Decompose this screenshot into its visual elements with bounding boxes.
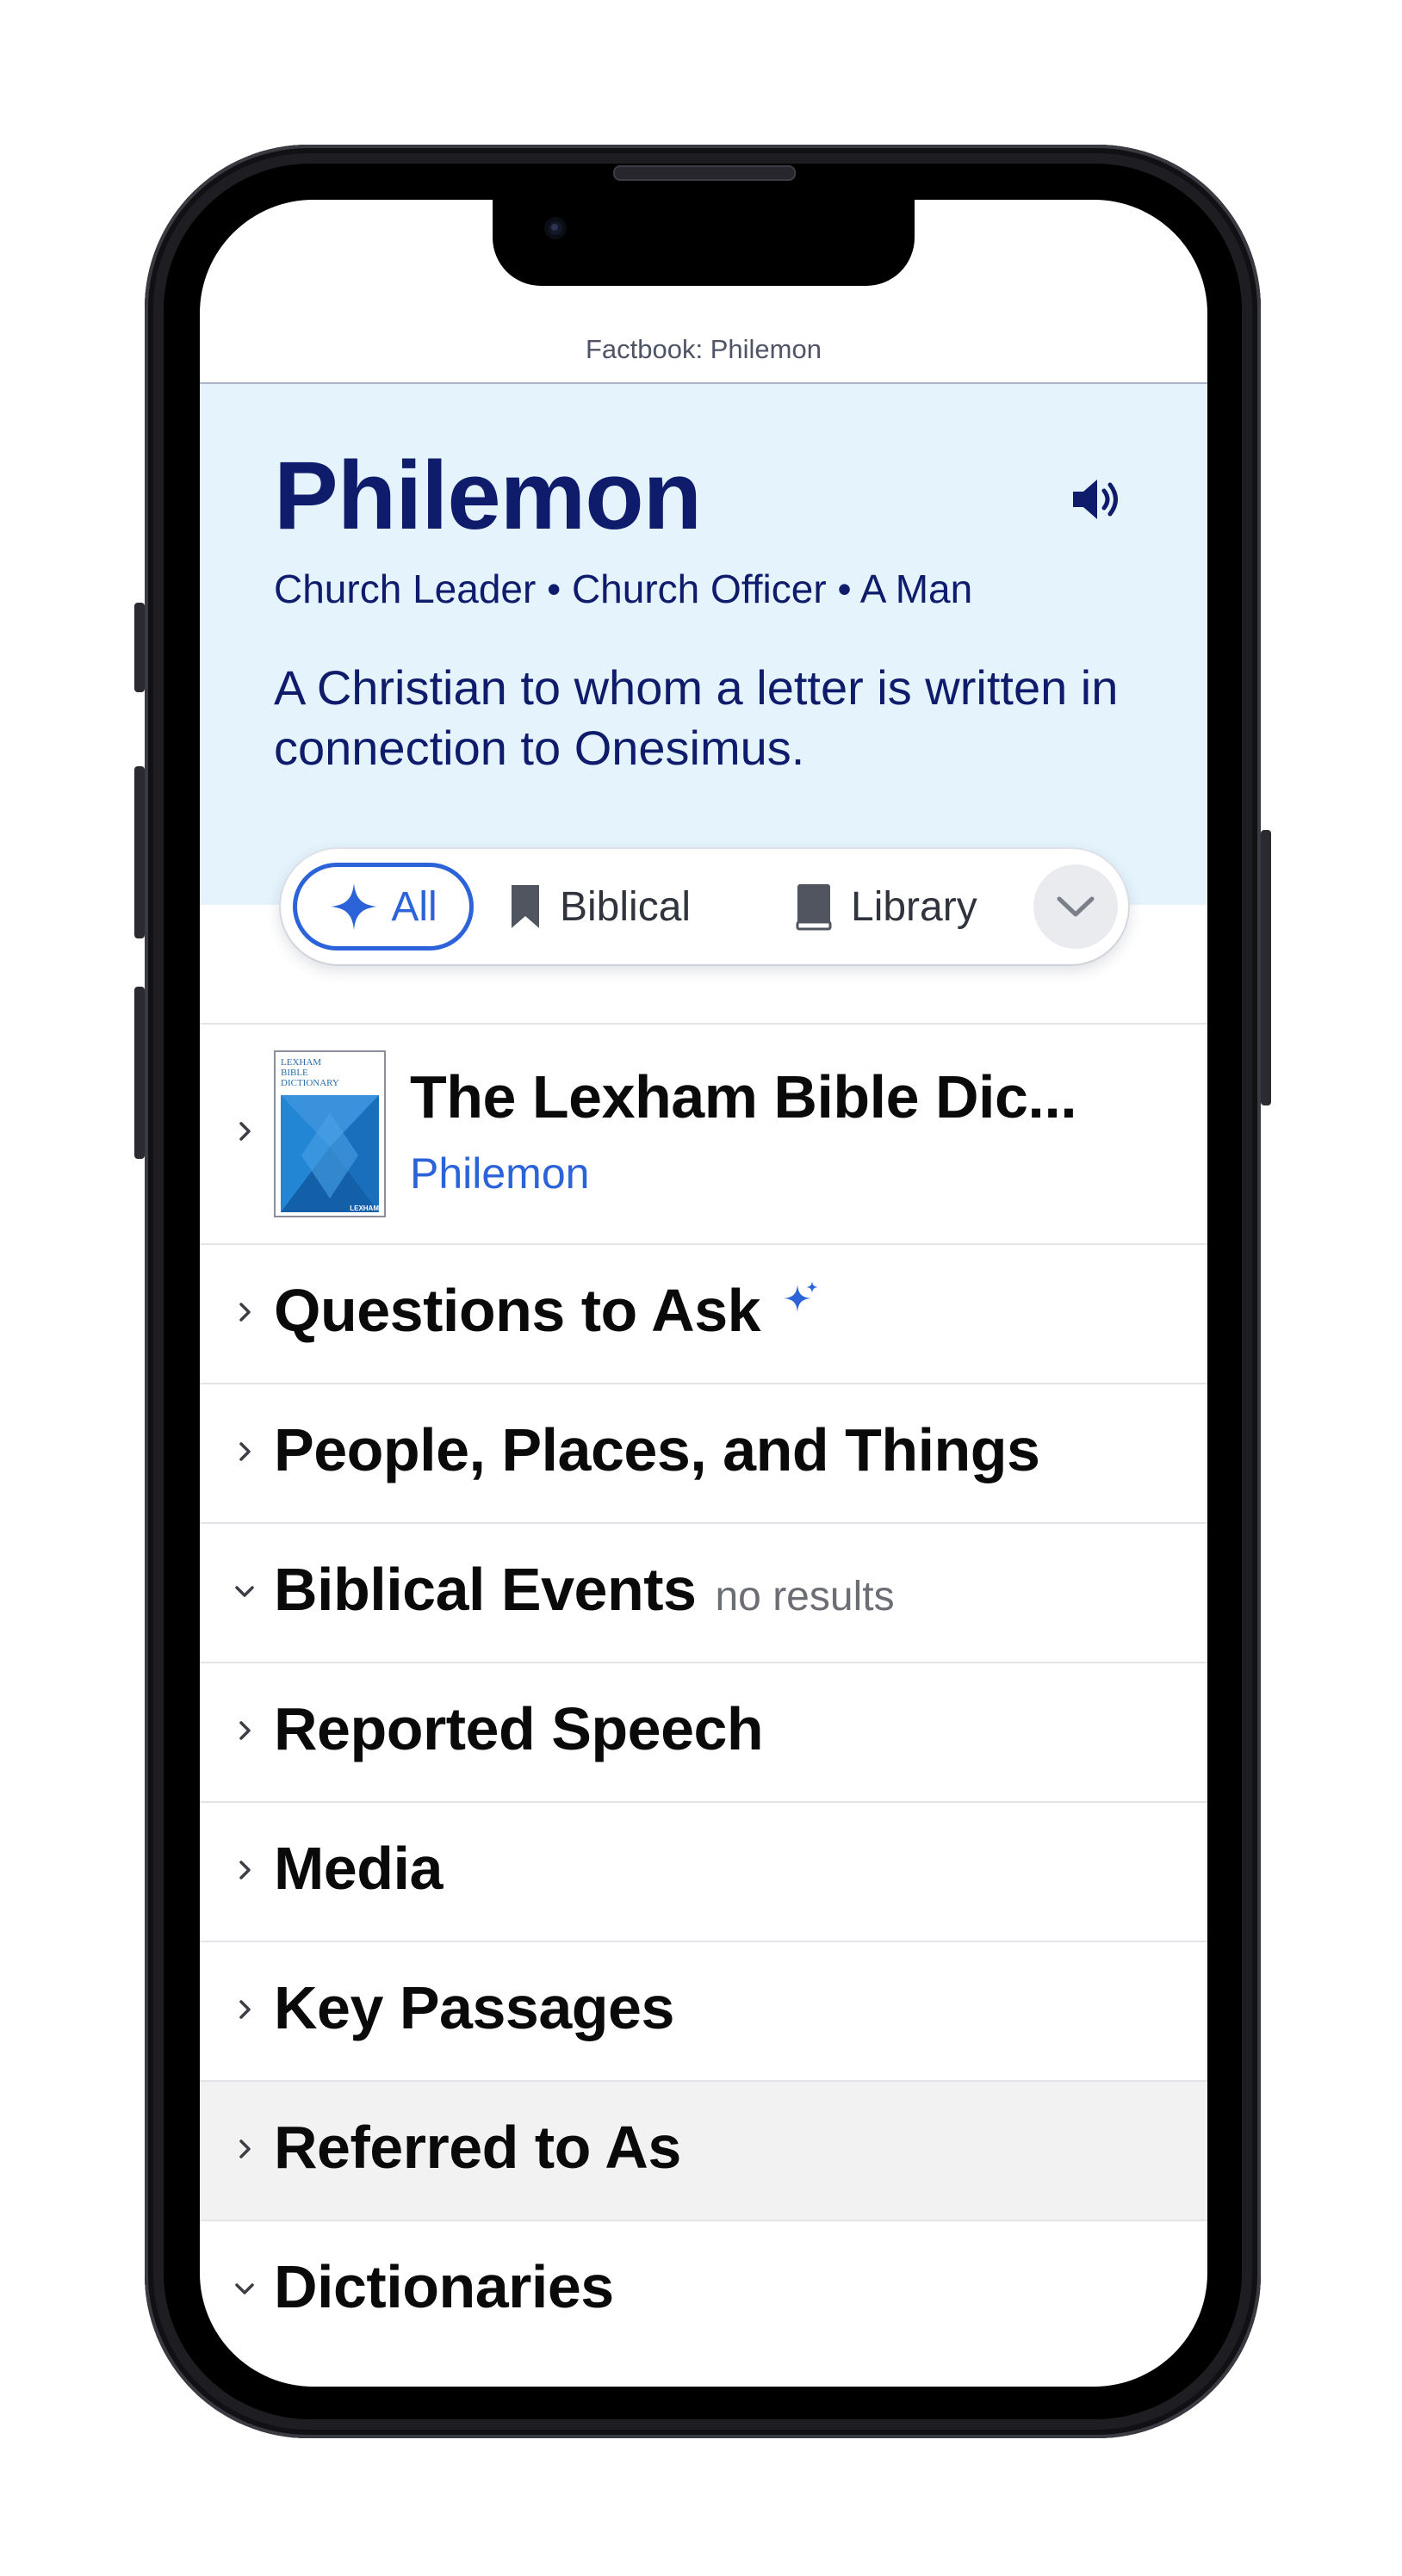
volume-up-button	[134, 766, 145, 938]
navigation-title: Factbook: Philemon	[586, 334, 822, 364]
earpiece-speaker	[613, 165, 796, 181]
section-label: Questions to Ask	[274, 1276, 820, 1345]
section-biblical-events[interactable]: Biblical Events no results	[200, 1522, 1207, 1662]
book-icon	[796, 884, 832, 931]
chevron-down-icon	[1057, 896, 1095, 917]
front-camera	[544, 217, 567, 239]
resource-title: The Lexham Bible Dic...	[410, 1063, 1077, 1130]
volume-down-button	[134, 987, 145, 1159]
filter-more-button[interactable]	[1033, 864, 1118, 949]
page-subtitle: Church Leader • Church Officer • A Man	[274, 567, 973, 611]
section-label: Reported Speech	[274, 1695, 764, 1762]
page-description: A Christian to whom a letter is written …	[274, 660, 1119, 775]
resource-subtitle[interactable]: Philemon	[410, 1149, 589, 1198]
no-results-note: no results	[715, 1574, 895, 1619]
chevron-right-icon	[239, 1721, 251, 1740]
filter-library-chip[interactable]: Library	[796, 863, 977, 951]
filter-biblical-chip[interactable]: Biblical	[510, 863, 691, 951]
filter-biblical-label: Biblical	[560, 883, 692, 930]
section-label: Referred to As	[274, 2114, 681, 2181]
section-label: People, Places, and Things	[274, 1416, 1040, 1483]
book-cover-title: LEXHAM BIBLE DICTIONARY	[281, 1057, 339, 1088]
filter-bar: All Biblical Library	[281, 849, 1128, 964]
chevron-right-icon	[239, 2139, 251, 2158]
power-button	[1261, 830, 1271, 1105]
section-dictionaries[interactable]: Dictionaries	[200, 2220, 1207, 2387]
filter-library-label: Library	[851, 883, 977, 930]
notch	[493, 200, 915, 286]
chevron-down-icon	[235, 1586, 254, 1597]
factbook-header: Philemon Church Leader • Church Officer …	[200, 384, 1207, 905]
sparkle-icon	[784, 1281, 819, 1312]
book-cover-brand: LEXHAM	[350, 1204, 379, 1212]
book-cover-image: LEXHAM BIBLE DICTIONARY LEXHAM	[274, 1050, 386, 1217]
mute-switch	[134, 603, 145, 692]
section-label: Media	[274, 1835, 443, 1902]
speaker-icon[interactable]	[1071, 477, 1123, 522]
section-media[interactable]: Media	[200, 1801, 1207, 1941]
page-title: Philemon	[274, 442, 702, 549]
section-questions-to-ask[interactable]: Questions to Ask	[200, 1243, 1207, 1383]
section-referred-to-as[interactable]: Referred to As	[200, 2080, 1207, 2220]
chevron-down-icon	[235, 2283, 254, 2294]
resource-row[interactable]: LEXHAM BIBLE DICTIONARY LEXHAM The Lexha…	[200, 1023, 1207, 1243]
app-screen: Factbook: Philemon Philemon Church Leade…	[200, 200, 1207, 2387]
chevron-right-icon	[239, 1122, 251, 1141]
section-label: Key Passages	[274, 1974, 674, 2041]
bookmark-icon	[512, 885, 539, 928]
filter-all-chip[interactable]: All	[293, 863, 474, 951]
section-people-places-things[interactable]: People, Places, and Things	[200, 1383, 1207, 1522]
section-label: Dictionaries	[274, 2253, 614, 2320]
chevron-right-icon	[239, 2000, 251, 2019]
filter-all-label: All	[391, 883, 437, 930]
section-key-passages[interactable]: Key Passages	[200, 1941, 1207, 2080]
section-label: Biblical Events no results	[274, 1556, 895, 1623]
chevron-right-icon	[239, 1303, 251, 1322]
chevron-right-icon	[239, 1861, 251, 1879]
section-reported-speech[interactable]: Reported Speech	[200, 1662, 1207, 1801]
chevron-right-icon	[239, 1442, 251, 1461]
sparkle-icon	[331, 883, 378, 930]
